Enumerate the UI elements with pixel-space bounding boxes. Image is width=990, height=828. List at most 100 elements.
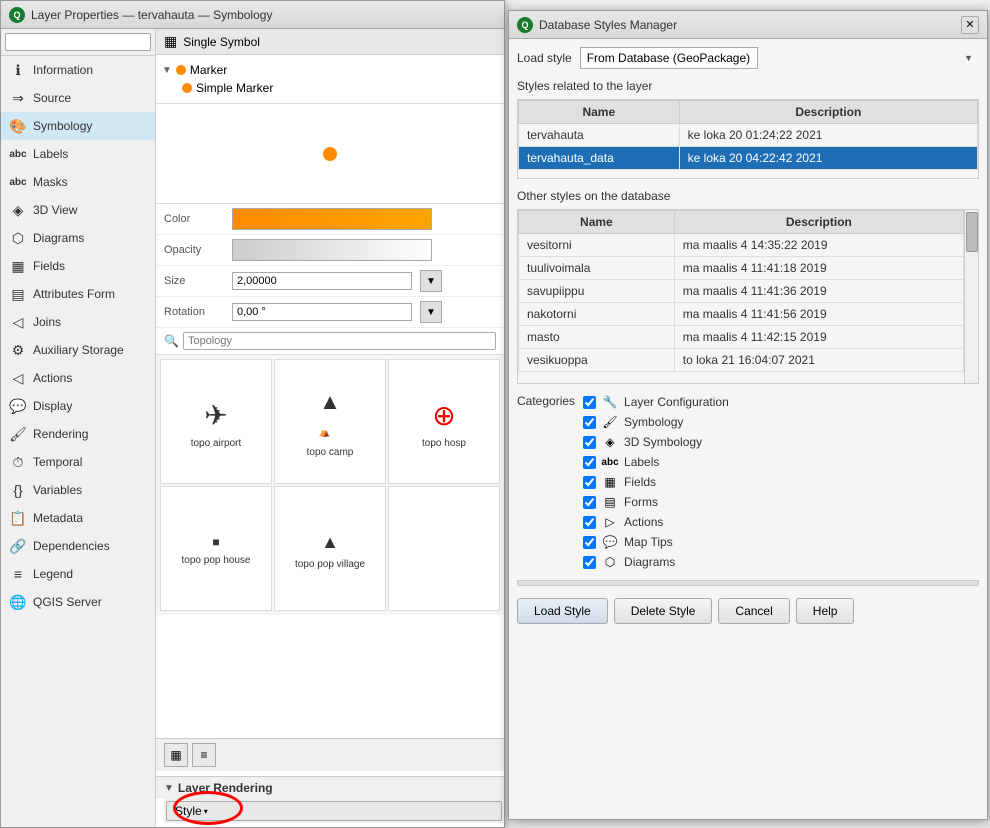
color-swatch[interactable] bbox=[232, 208, 432, 230]
symbol-filter-input[interactable] bbox=[183, 332, 496, 350]
symbol-cell-label: topo camp bbox=[307, 447, 354, 458]
sidebar-item-temporal[interactable]: ⏱ Temporal bbox=[1, 448, 155, 476]
sidebar-item-auxiliary-storage[interactable]: ⚙ Auxiliary Storage bbox=[1, 336, 155, 364]
filter-search-icon: 🔍 bbox=[164, 334, 179, 348]
other-style-desc: ma maalis 4 11:42:15 2019 bbox=[674, 326, 963, 349]
rotation-dropdown-btn[interactable]: ▼ bbox=[420, 301, 442, 323]
opacity-slider[interactable] bbox=[232, 239, 432, 261]
help-button[interactable]: Help bbox=[796, 598, 855, 624]
symbol-type-icon: ▦ bbox=[164, 33, 177, 50]
sidebar-search-input[interactable] bbox=[5, 33, 151, 51]
cat-fields-checkbox[interactable] bbox=[583, 476, 596, 489]
sidebar-item-display[interactable]: 💬 Display bbox=[1, 392, 155, 420]
style-desc-cell: ke loka 20 01:24:22 2021 bbox=[679, 124, 977, 147]
triangle-symbol-icon: ▲ bbox=[321, 532, 339, 553]
other-style-desc: ma maalis 4 11:41:56 2019 bbox=[674, 303, 963, 326]
sidebar-item-attributes-form[interactable]: ▤ Attributes Form bbox=[1, 280, 155, 308]
symbol-cell-pop-village[interactable]: ▲ topo pop village bbox=[274, 486, 386, 611]
color-label: Color bbox=[164, 213, 224, 225]
cat-labels-checkbox[interactable] bbox=[583, 456, 596, 469]
labels-cat-icon: abc bbox=[602, 454, 618, 470]
attributes-form-icon: ▤ bbox=[9, 285, 27, 303]
size-input[interactable] bbox=[232, 272, 412, 290]
sidebar-item-diagrams[interactable]: ⬡ Diagrams bbox=[1, 224, 155, 252]
joins-icon: ◁ bbox=[9, 313, 27, 331]
qgis-server-icon: 🌐 bbox=[9, 593, 27, 611]
other-style-desc: ma maalis 4 14:35:22 2019 bbox=[674, 234, 963, 257]
other-style-name: masto bbox=[519, 326, 675, 349]
sidebar-item-masks[interactable]: abc Masks bbox=[1, 168, 155, 196]
delete-style-button[interactable]: Delete Style bbox=[614, 598, 713, 624]
symbology-icon: 🎨 bbox=[9, 117, 27, 135]
cat-3d-symbology-checkbox[interactable] bbox=[583, 436, 596, 449]
simple-marker-tree-item[interactable]: Simple Marker bbox=[162, 79, 498, 97]
sidebar-item-joins[interactable]: ◁ Joins bbox=[1, 308, 155, 336]
table-row[interactable]: tervahauta ke loka 20 01:24:22 2021 bbox=[519, 124, 978, 147]
sidebar-item-metadata[interactable]: 📋 Metadata bbox=[1, 504, 155, 532]
table-row[interactable]: vesikuoppa to loka 21 16:04:07 2021 bbox=[519, 349, 964, 372]
sidebar-item-labels[interactable]: abc Labels bbox=[1, 140, 155, 168]
sidebar-item-dependencies[interactable]: 🔗 Dependencies bbox=[1, 532, 155, 560]
style-button-row: Style ▾ bbox=[164, 799, 504, 823]
layer-rendering-header[interactable]: ▼ Layer Rendering bbox=[164, 781, 496, 795]
layer-config-icon: 🔧 bbox=[602, 394, 618, 410]
load-style-button[interactable]: Load Style bbox=[517, 598, 608, 624]
legend-icon: ≡ bbox=[9, 565, 27, 583]
cancel-button[interactable]: Cancel bbox=[718, 598, 789, 624]
table-row[interactable]: vesitorni ma maalis 4 14:35:22 2019 bbox=[519, 234, 964, 257]
style-button[interactable]: Style ▾ bbox=[166, 801, 502, 821]
cat-fields-label: Fields bbox=[624, 475, 656, 489]
symbol-cell-hosp[interactable]: ⊕ topo hosp bbox=[388, 359, 500, 484]
sidebar-item-rendering[interactable]: 🖌 Rendering bbox=[1, 420, 155, 448]
sidebar-item-label: Legend bbox=[33, 567, 73, 581]
symbol-cell-airport[interactable]: ✈ topo airport bbox=[160, 359, 272, 484]
cat-map-tips-checkbox[interactable] bbox=[583, 536, 596, 549]
other-styles-title: Other styles on the database bbox=[517, 187, 979, 205]
database-styles-manager-window: Q Database Styles Manager ✕ Load style F… bbox=[508, 10, 988, 820]
cat-diagrams-checkbox[interactable] bbox=[583, 556, 596, 569]
sidebar-item-information[interactable]: ℹ Information bbox=[1, 56, 155, 84]
style-name-cell: tervahauta_data bbox=[519, 147, 680, 170]
cat-symbology-checkbox[interactable] bbox=[583, 416, 596, 429]
sidebar-item-fields[interactable]: ▦ Fields bbox=[1, 252, 155, 280]
rotation-input[interactable] bbox=[232, 303, 412, 321]
symbol-cell-empty bbox=[388, 486, 500, 611]
dsm-titlebar: Q Database Styles Manager ✕ bbox=[509, 11, 987, 39]
other-style-desc: to loka 21 16:04:07 2021 bbox=[674, 349, 963, 372]
dsm-close-btn[interactable]: ✕ bbox=[961, 16, 979, 34]
rotation-property-row: Rotation ▼ bbox=[156, 297, 504, 328]
marker-label: Marker bbox=[190, 63, 227, 77]
cat-forms-checkbox[interactable] bbox=[583, 496, 596, 509]
section-expand-arrow: ▼ bbox=[164, 783, 174, 794]
cat-layer-config-checkbox[interactable] bbox=[583, 396, 596, 409]
rendering-icon: 🖌 bbox=[9, 425, 27, 443]
sidebar-item-source[interactable]: ⇒ Source bbox=[1, 84, 155, 112]
table-row[interactable]: savupiippu ma maalis 4 11:41:36 2019 bbox=[519, 280, 964, 303]
sidebar-item-label: Labels bbox=[33, 147, 68, 161]
symbol-cell-camp[interactable]: ▲⛺ topo camp bbox=[274, 359, 386, 484]
grid-view-btn[interactable]: ▦ bbox=[164, 743, 188, 767]
other-styles-scrollbar[interactable] bbox=[964, 210, 978, 383]
sidebar-item-symbology[interactable]: 🎨 Symbology bbox=[1, 112, 155, 140]
table-row[interactable]: tuulivoimala ma maalis 4 11:41:18 2019 bbox=[519, 257, 964, 280]
variables-icon: {} bbox=[9, 481, 27, 499]
list-view-btn[interactable]: ≡ bbox=[192, 743, 216, 767]
metadata-icon: 📋 bbox=[9, 509, 27, 527]
table-row[interactable]: nakotorni ma maalis 4 11:41:56 2019 bbox=[519, 303, 964, 326]
table-row[interactable]: tervahauta_data ke loka 20 04:22:42 2021 bbox=[519, 147, 978, 170]
sidebar-item-3dview[interactable]: ◈ 3D View bbox=[1, 196, 155, 224]
table-row[interactable]: masto ma maalis 4 11:42:15 2019 bbox=[519, 326, 964, 349]
marker-tree-item[interactable]: ▼ Marker bbox=[162, 61, 498, 79]
sidebar-item-variables[interactable]: {} Variables bbox=[1, 476, 155, 504]
sidebar-item-qgis-server[interactable]: 🌐 QGIS Server bbox=[1, 588, 155, 616]
layer-properties-window: Q Layer Properties — tervahauta — Symbol… bbox=[0, 0, 505, 828]
sidebar-item-legend[interactable]: ≡ Legend bbox=[1, 560, 155, 588]
load-style-select[interactable]: From Database (GeoPackage) bbox=[580, 47, 758, 69]
cat-actions-checkbox[interactable] bbox=[583, 516, 596, 529]
other-style-name: vesikuoppa bbox=[519, 349, 675, 372]
symbol-cell-pop-house[interactable]: ■ topo pop house bbox=[160, 486, 272, 611]
labels-icon: abc bbox=[9, 145, 27, 163]
temporal-icon: ⏱ bbox=[9, 453, 27, 471]
size-dropdown-btn[interactable]: ▼ bbox=[420, 270, 442, 292]
sidebar-item-actions[interactable]: ◁ Actions bbox=[1, 364, 155, 392]
